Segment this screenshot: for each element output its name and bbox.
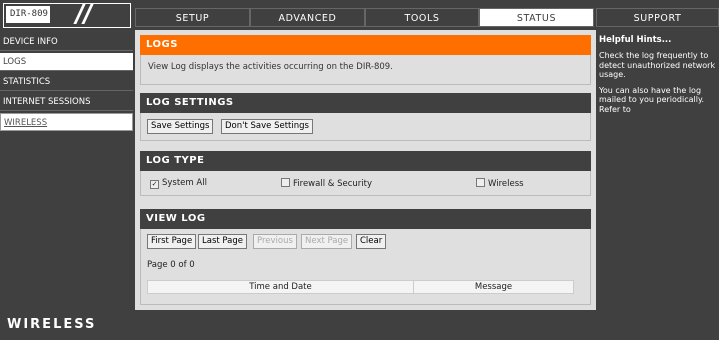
logs-section-title: LOGS [140,35,591,55]
view-log-body: First Page Last Page Previous Next Page … [140,229,591,305]
tab-tools[interactable]: TOOLS [365,8,479,27]
checkbox-icon[interactable] [476,178,485,187]
next-page-button[interactable]: Next Page [301,234,353,249]
model-name: DIR-809 [6,6,50,23]
main-content: LOGS View Log displays the activities oc… [135,30,596,310]
sidebar-item-statistics[interactable]: STATISTICS [0,73,133,91]
page-info: Page 0 of 0 [147,260,195,270]
log-settings-body: Save Settings Don't Save Settings [140,113,591,141]
checkbox-checked-icon[interactable]: ✓ [150,180,159,189]
firewall-security-label: Firewall & Security [293,179,372,189]
logs-description: View Log displays the activities occurri… [148,62,393,72]
hint-text: Check the log frequently to detect unaut… [599,51,716,80]
tab-support[interactable]: SUPPORT [596,8,719,27]
sidebar: DEVICE INFO LOGS STATISTICS INTERNET SES… [0,33,135,310]
firewall-security-option[interactable]: Firewall & Security [281,178,372,189]
last-page-button[interactable]: Last Page [198,234,247,249]
view-log-title: VIEW LOG [140,209,591,229]
helpful-hints-panel: Helpful Hints... Check the log frequentl… [596,30,719,310]
logs-section-body: View Log displays the activities occurri… [140,55,591,85]
footer-brand: WIRELESS [0,310,719,338]
tab-setup[interactable]: SETUP [135,8,250,27]
hint-text: You can also have the log mailed to you … [599,85,705,114]
sidebar-item-wireless[interactable]: WIRELESS [0,113,133,131]
checkbox-icon[interactable] [281,178,290,187]
previous-page-button[interactable]: Previous [253,234,297,249]
column-message: Message [474,282,513,292]
log-table-header: Time and Date Message [147,280,574,294]
log-settings-title: LOG SETTINGS [140,93,591,113]
system-all-option[interactable]: ✓ System All [150,178,207,189]
wireless-label: Wireless [488,179,524,189]
dont-save-settings-button[interactable]: Don't Save Settings [221,119,313,134]
first-page-button[interactable]: First Page [147,234,197,249]
save-settings-button[interactable]: Save Settings [147,119,214,134]
tab-advanced[interactable]: ADVANCED [250,8,365,27]
column-time-and-date: Time and Date [249,282,312,292]
log-type-title: LOG TYPE [140,151,591,171]
sidebar-item-internet-sessions[interactable]: INTERNET SESSIONS [0,93,133,111]
sidebar-item-device-info[interactable]: DEVICE INFO [0,33,133,51]
hints-title: Helpful Hints... [599,35,672,45]
sidebar-item-logs[interactable]: LOGS [0,53,133,71]
clear-button[interactable]: Clear [356,234,387,249]
tab-status[interactable]: STATUS [479,8,594,27]
wireless-option[interactable]: Wireless [476,178,524,189]
system-all-label: System All [162,178,207,188]
log-type-body: ✓ System All Firewall & Security Wireless [140,171,591,196]
